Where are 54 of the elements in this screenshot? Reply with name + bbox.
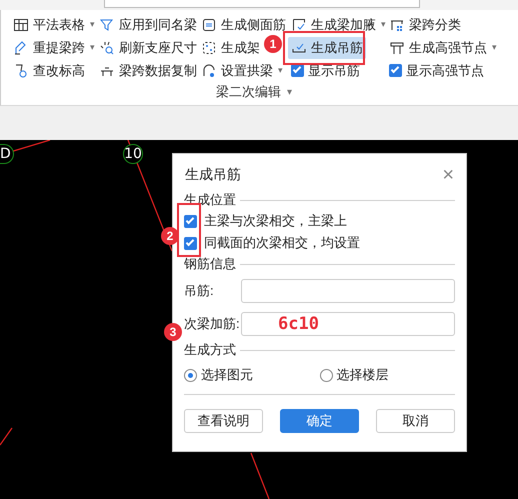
section-title: 生成方式: [184, 341, 236, 359]
checkbox-label[interactable]: 同截面的次梁相交，均设置: [204, 234, 360, 252]
funnel-icon: [99, 16, 115, 32]
checkbox-label[interactable]: 显示吊筋: [308, 62, 360, 80]
checkbox[interactable]: [184, 214, 197, 228]
section-title: 钢筋信息: [184, 255, 236, 273]
radio-label[interactable]: 选择楼层: [336, 366, 388, 384]
field-label: 次梁加筋:: [184, 314, 241, 332]
ribbon-button[interactable]: 平法表格: [10, 14, 88, 36]
input-field[interactable]: [241, 278, 455, 302]
dialog-button[interactable]: 确定: [280, 409, 359, 433]
ribbon-button[interactable]: 设置拱梁: [198, 60, 276, 82]
panel-icon: [201, 16, 217, 32]
close-icon[interactable]: ×: [442, 165, 454, 185]
corner-icon: [291, 16, 307, 32]
ribbon-button[interactable]: 查改标高: [10, 60, 88, 82]
ribbon-button[interactable]: 梁跨数据复制: [96, 60, 200, 82]
caret-icon[interactable]: ▾: [90, 42, 95, 53]
axis-bubble: 10: [123, 144, 143, 164]
caret-icon[interactable]: ▾: [286, 86, 292, 98]
ribbon-button[interactable]: 重提梁跨: [10, 36, 88, 58]
field-label: 吊筋:: [184, 282, 215, 300]
caret-icon[interactable]: ▾: [381, 19, 386, 30]
dotted-square-icon: [201, 40, 217, 56]
radio-button[interactable]: [184, 368, 197, 382]
dialog-title: 生成吊筋: [185, 166, 241, 184]
radio-label[interactable]: 选择图元: [201, 366, 253, 384]
frame-icon: [389, 40, 405, 56]
axis-bubble: D: [0, 144, 14, 164]
checkbox[interactable]: [291, 64, 304, 77]
input-field[interactable]: 6c10: [241, 312, 455, 336]
ribbon-button[interactable]: 生成架: [198, 36, 263, 58]
beam-line: [0, 428, 12, 446]
caret-icon[interactable]: ▾: [90, 19, 95, 30]
ribbon-button[interactable]: 生成侧面筋: [198, 14, 289, 36]
table-icon: [13, 16, 29, 32]
ribbon-button[interactable]: 生成梁加腋: [288, 14, 379, 36]
checkbox-label[interactable]: 显示高强节点: [406, 62, 484, 80]
checkbox-label[interactable]: 主梁与次梁相交，主梁上: [204, 212, 347, 230]
checkbox[interactable]: [389, 64, 402, 77]
beam-line: [250, 452, 270, 499]
ribbon-button[interactable]: 生成吊筋: [288, 36, 366, 58]
arch-icon: [201, 62, 217, 78]
checkbox[interactable]: [184, 236, 197, 250]
dialog-button[interactable]: 查看说明: [184, 409, 263, 433]
ribbon-button[interactable]: 生成高强节点: [386, 36, 490, 58]
ribbon-button[interactable]: 应用到同名梁: [96, 14, 200, 36]
group-label[interactable]: 梁二次编辑: [216, 83, 281, 101]
ribbon-button[interactable]: 刷新支座尺寸: [96, 36, 200, 58]
dialog-button[interactable]: 取消: [376, 409, 455, 433]
radio-button[interactable]: [320, 368, 332, 382]
caret-icon[interactable]: ▾: [492, 42, 497, 53]
caret-icon[interactable]: ▾: [278, 65, 283, 76]
ribbon-button[interactable]: 梁跨分类: [386, 14, 464, 36]
